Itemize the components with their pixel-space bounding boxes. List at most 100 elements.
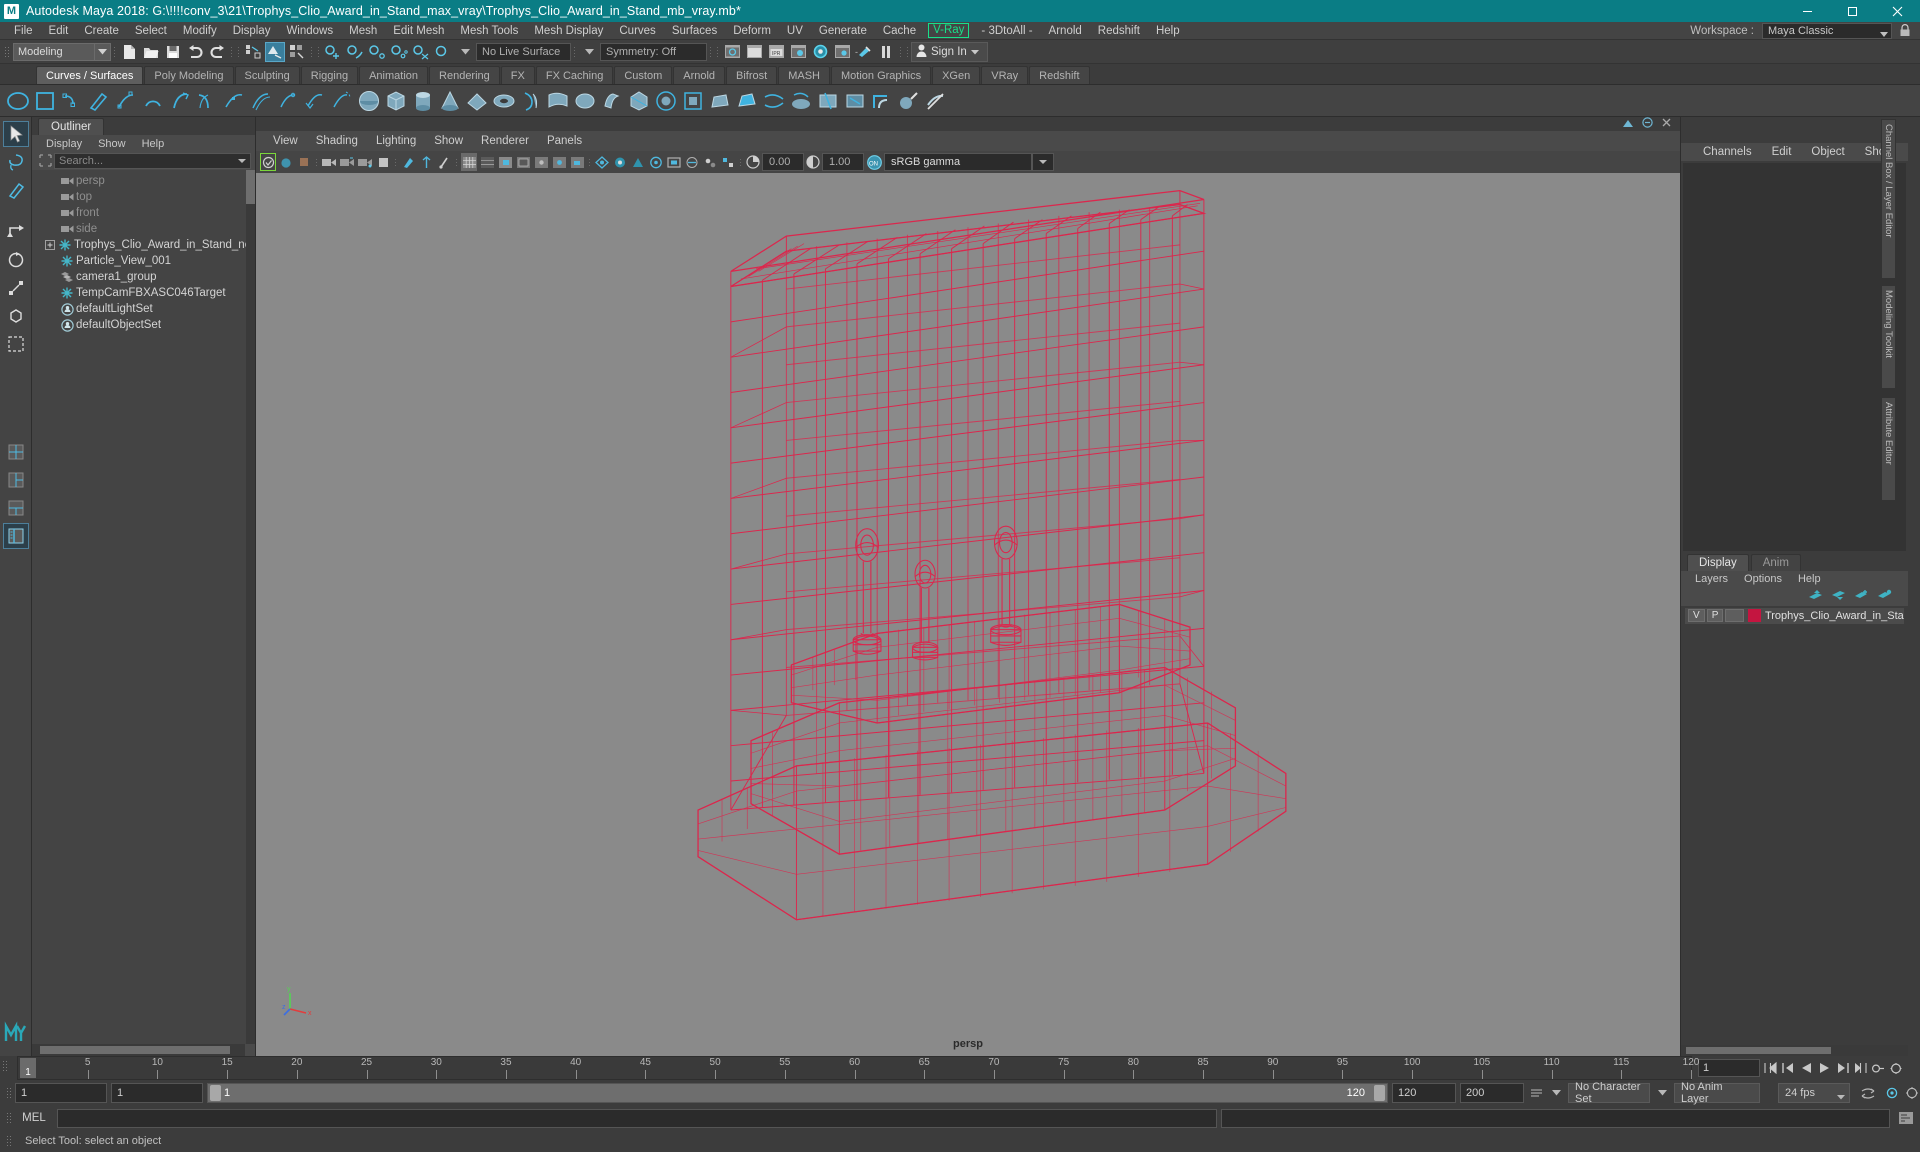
outliner-item-persp[interactable]: persp <box>32 173 255 189</box>
gamma-field[interactable]: 1.00 <box>822 153 864 171</box>
ep-curve-tool-icon[interactable] <box>112 87 139 114</box>
shelf-tab-xgen[interactable]: XGen <box>932 66 981 84</box>
curve-fillet-icon[interactable] <box>193 87 220 114</box>
arc-three-point-icon[interactable] <box>139 87 166 114</box>
layer-tab-display[interactable]: Display <box>1687 553 1749 571</box>
anim-layer-arrow-icon[interactable] <box>1654 1084 1670 1102</box>
single-view-layout-button[interactable] <box>3 439 29 465</box>
save-scene-icon[interactable] <box>163 42 183 62</box>
shade-selected-items-icon[interactable] <box>497 153 513 171</box>
smooth-shade-all-icon[interactable] <box>479 153 495 171</box>
expand-node-icon[interactable] <box>44 239 56 251</box>
depth-of-field-icon[interactable] <box>648 153 664 171</box>
menu-curves[interactable]: Curves <box>611 22 663 40</box>
color-management-toggle-icon[interactable]: ON <box>865 153 883 171</box>
layer-tab-anim[interactable]: Anim <box>1750 553 1801 571</box>
filter-icon[interactable] <box>36 153 54 169</box>
menu-arnold[interactable]: Arnold <box>1041 22 1090 40</box>
shelf-tab-motion-graphics[interactable]: Motion Graphics <box>831 66 932 84</box>
project-curve-icon[interactable] <box>787 87 814 114</box>
rotate-tool-button[interactable] <box>3 247 29 273</box>
menu-uv[interactable]: UV <box>779 22 811 40</box>
motion-blur-icon[interactable] <box>612 153 628 171</box>
four-panel-layout-button[interactable] <box>3 495 29 521</box>
planar-icon[interactable] <box>571 87 598 114</box>
layer-menu-help[interactable]: Help <box>1790 573 1829 585</box>
two-panel-layout-button[interactable] <box>3 467 29 493</box>
loft-icon[interactable] <box>544 87 571 114</box>
ipr-render-icon[interactable]: IPR <box>766 42 786 62</box>
animation-end-field[interactable]: 120 <box>1392 1083 1456 1103</box>
shelf-tab-vray[interactable]: VRay <box>981 66 1029 84</box>
render-settings-icon[interactable] <box>788 42 808 62</box>
mel-grip[interactable] <box>4 1108 11 1128</box>
current-time-indicator[interactable]: 1 <box>20 1058 36 1078</box>
animation-preferences-gear-icon[interactable] <box>1884 1084 1900 1102</box>
wireframe-shading-icon[interactable] <box>461 153 477 171</box>
render-view-icon[interactable] <box>744 42 764 62</box>
menuset-dropdown-arrow[interactable] <box>95 42 111 61</box>
time-slider[interactable]: 1 5 10 15 20 25 30 35 40 45 50 55 60 65 70 75 80 85 90 95 1… <box>17 1056 1699 1080</box>
viewport-maximize-icon[interactable] <box>1642 117 1653 131</box>
menu-windows[interactable]: Windows <box>278 22 341 40</box>
sign-in-button[interactable]: Sign In <box>911 41 988 62</box>
camera-attributes-icon[interactable] <box>321 153 337 171</box>
chevron-down-icon[interactable] <box>238 158 246 163</box>
resolution-gate-icon[interactable] <box>418 153 434 171</box>
move-layer-down-icon[interactable] <box>1831 589 1846 604</box>
select-camera-icon[interactable] <box>260 153 276 171</box>
select-by-component-type-icon[interactable] <box>287 42 307 62</box>
viewport-close-icon[interactable] <box>1661 117 1672 131</box>
layer-color-swatch[interactable] <box>1748 609 1761 622</box>
play-backwards-icon[interactable] <box>1798 1059 1814 1077</box>
outliner-menu-show[interactable]: Show <box>90 138 134 150</box>
menu-display[interactable]: Display <box>225 22 279 40</box>
shelf-tab-rigging[interactable]: Rigging <box>300 66 359 84</box>
outliner-item-particle-view[interactable]: Particle_View_001 <box>32 253 255 269</box>
animation-preferences-icon[interactable] <box>1888 1059 1904 1077</box>
intersect-surfaces-icon[interactable] <box>760 87 787 114</box>
layer-row[interactable]: V P Trophys_Clio_Award_in_Stand <box>1685 607 1904 624</box>
extrude-icon[interactable] <box>598 87 625 114</box>
show-hide-editor-icon[interactable] <box>722 42 742 62</box>
range-end-field[interactable]: 200 <box>1460 1083 1524 1103</box>
range-grip[interactable] <box>4 1083 11 1103</box>
outliner-item-default-light-set[interactable]: defaultLightSet <box>32 301 255 317</box>
gate-mask-icon[interactable] <box>436 153 452 171</box>
open-scene-icon[interactable] <box>141 42 161 62</box>
snap-to-grid-icon[interactable] <box>323 42 343 62</box>
bevel-plus-icon[interactable] <box>733 87 760 114</box>
cv-curve-tool-icon[interactable] <box>58 87 85 114</box>
mel-label[interactable]: MEL <box>15 1112 53 1124</box>
menu-deform[interactable]: Deform <box>725 22 779 40</box>
menu-cache[interactable]: Cache <box>875 22 924 40</box>
menu-create[interactable]: Create <box>76 22 127 40</box>
offset-curve-icon[interactable] <box>247 87 274 114</box>
menu-edit-mesh[interactable]: Edit Mesh <box>385 22 452 40</box>
script-editor-icon[interactable] <box>1898 1109 1914 1127</box>
animation-start-field[interactable]: 1 <box>111 1083 203 1103</box>
outliner-tree[interactable]: persp top front side Trophys_Clio_Award_… <box>32 170 255 1044</box>
outliner-search-input[interactable]: Search... <box>54 152 251 169</box>
shelf-tab-fx-caching[interactable]: FX Caching <box>535 66 614 84</box>
live-surface-field[interactable]: No Live Surface <box>476 42 571 61</box>
toggle-anim-icon[interactable]: - <box>854 42 874 62</box>
snap-to-point-icon[interactable] <box>367 42 387 62</box>
select-tool-button[interactable] <box>2 121 29 147</box>
birail-icon[interactable] <box>625 87 652 114</box>
symmetry-dropdown-icon[interactable] <box>579 42 599 62</box>
character-set-arrow-icon[interactable] <box>1548 1084 1564 1102</box>
viewport-menu-shading[interactable]: Shading <box>307 135 367 147</box>
outliner-horizontal-scrollbar[interactable] <box>32 1044 255 1056</box>
maximize-button[interactable] <box>1830 0 1875 22</box>
lock-camera-icon[interactable] <box>278 153 294 171</box>
layer-playback-toggle[interactable]: P <box>1706 609 1724 622</box>
insert-knot-icon[interactable] <box>220 87 247 114</box>
bookmark-camera-icon[interactable] <box>296 153 312 171</box>
shelf-tab-poly-modeling[interactable]: Poly Modeling <box>144 66 234 84</box>
range-slider-right-handle[interactable] <box>1374 1085 1385 1101</box>
nurbs-torus-icon[interactable] <box>490 87 517 114</box>
shelf-tab-bifrost[interactable]: Bifrost <box>726 66 778 84</box>
square-surface-icon[interactable] <box>679 87 706 114</box>
screen-space-ao-icon[interactable] <box>594 153 610 171</box>
